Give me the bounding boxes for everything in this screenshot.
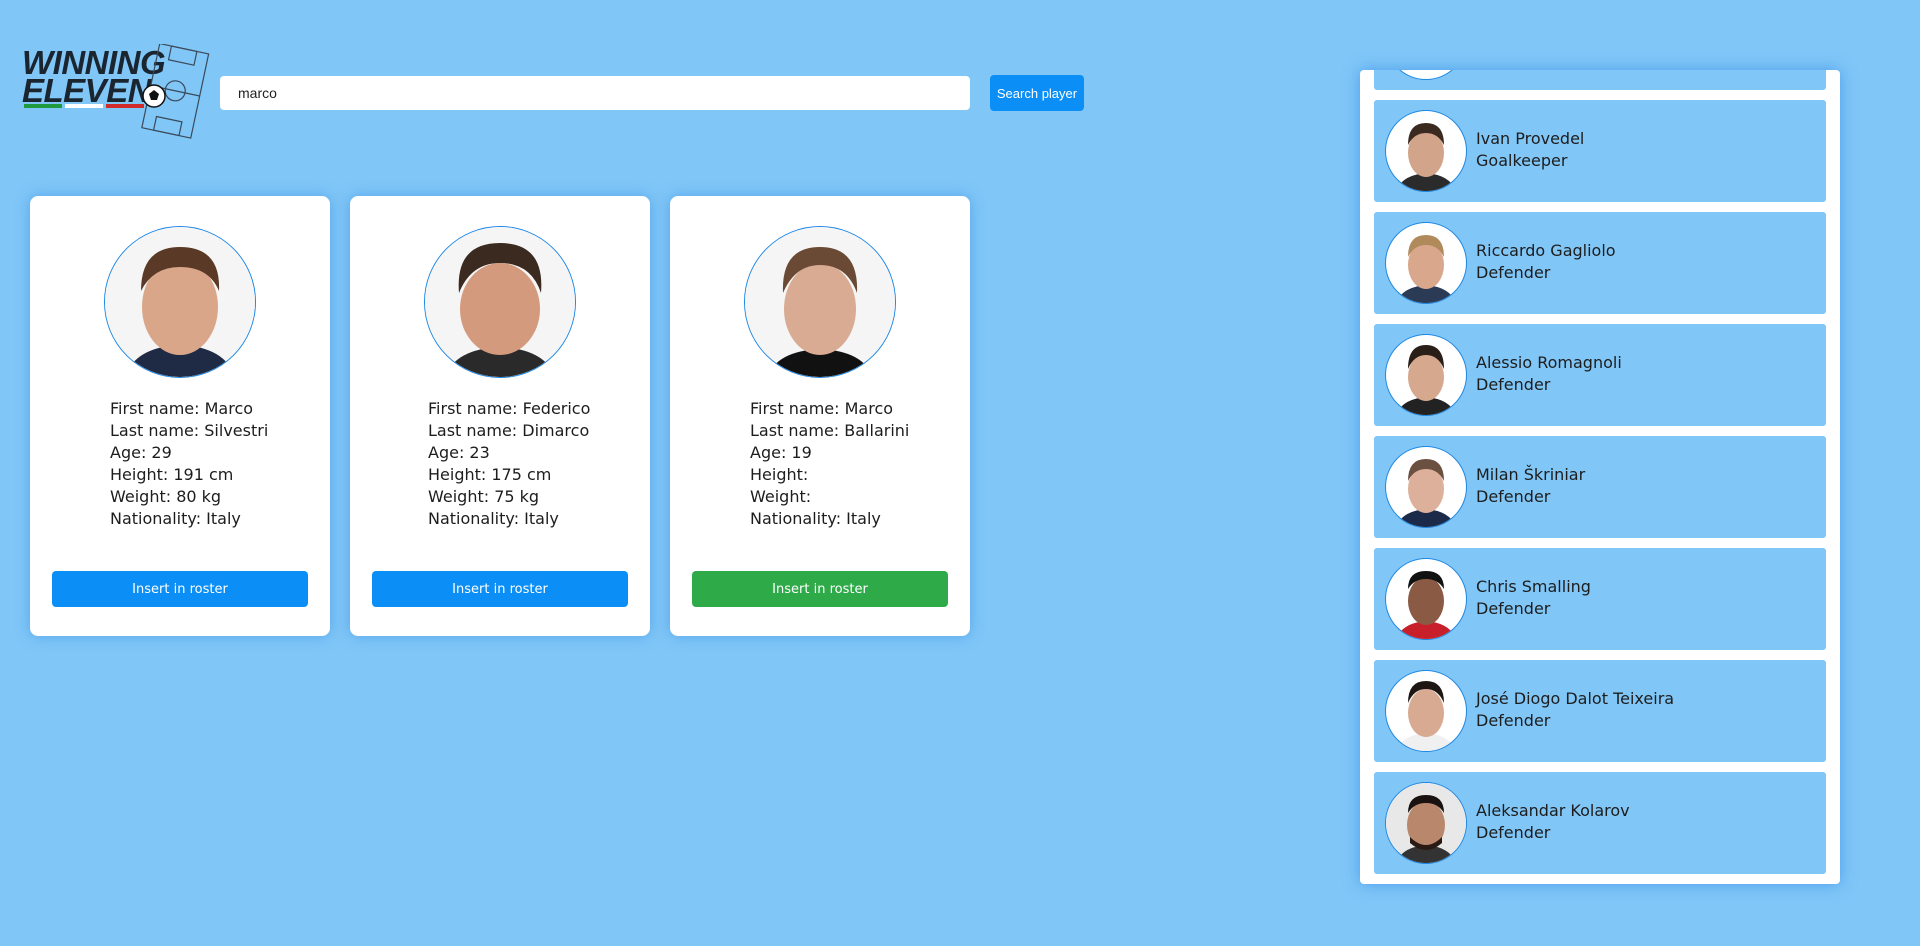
player-name: Milan Škriniar [1476,465,1586,484]
player-face-icon [1396,571,1456,639]
player-name: Riccardo Gagliolo [1476,241,1616,260]
roster-player-text: Alessio Romagnoli Defender [1476,352,1622,396]
player-role: Defender [1476,375,1551,394]
search-input[interactable] [220,76,970,110]
player-avatar [1385,110,1467,192]
player-name: Ivan Provedel [1476,129,1585,148]
roster-item[interactable]: Ivan Provedel Goalkeeper [1374,100,1826,202]
roster-player-text: Riccardo Gagliolo Defender [1476,240,1616,284]
player-avatar [1385,446,1467,528]
player-info: First name: Marco Last name: Silvestri A… [110,398,268,530]
player-role: Defender [1476,711,1551,730]
insert-in-roster-button[interactable]: Insert in roster [52,571,308,607]
player-name: Alessio Romagnoli [1476,353,1622,372]
weight: Weight: 80 kg [110,487,222,506]
logo-flag-stripes [24,104,144,108]
roster-panel[interactable]: Ivan Provedel Goalkeeper Riccardo Gaglio… [1360,70,1840,884]
first-name: First name: Marco [750,399,894,418]
player-avatar [1385,70,1467,80]
player-avatar [1385,782,1467,864]
player-photo [744,226,896,378]
player-face-icon [1396,345,1456,415]
last-name: Last name: Ballarini [750,421,910,440]
roster-player-text: José Diogo Dalot Teixeira Defender [1476,688,1674,732]
insert-in-roster-button[interactable]: Insert in roster [692,571,948,607]
weight: Weight: [750,487,812,506]
player-info: First name: Federico Last name: Dimarco … [428,398,590,530]
player-info: First name: Marco Last name: Ballarini A… [750,398,909,530]
player-avatar [1385,222,1467,304]
player-avatar [1385,670,1467,752]
player-face-icon [1396,459,1456,527]
roster-item[interactable]: Aleksandar Kolarov Defender [1374,772,1826,874]
last-name: Last name: Silvestri [110,421,269,440]
search-player-button[interactable]: Search player [990,75,1084,111]
player-card: First name: Marco Last name: Ballarini A… [670,196,970,636]
roster-item[interactable]: Chris Smalling Defender [1374,548,1826,650]
roster-player-text: Chris Smalling Defender [1476,576,1591,620]
player-face-icon [105,227,255,377]
player-avatar [1385,334,1467,416]
soccer-field-icon [141,44,210,139]
player-photo [424,226,576,378]
player-role: Defender [1476,263,1551,282]
nationality: Nationality: Italy [428,509,559,528]
player-face-icon [745,227,895,377]
player-face-icon [1386,70,1466,79]
weight: Weight: 75 kg [428,487,540,506]
height: Height: [750,465,809,484]
roster-player-text: Ivan Provedel Goalkeeper [1476,128,1584,172]
insert-in-roster-button[interactable]: Insert in roster [372,571,628,607]
player-role: Defender [1476,599,1551,618]
roster-item[interactable]: Milan Škriniar Defender [1374,436,1826,538]
player-name: José Diogo Dalot Teixeira [1476,689,1675,708]
last-name: Last name: Dimarco [428,421,590,440]
player-face-icon [1396,235,1456,303]
roster-player-text: Aleksandar Kolarov Defender [1476,800,1630,844]
age: Age: 29 [110,443,172,462]
roster-item[interactable]: José Diogo Dalot Teixeira Defender [1374,660,1826,762]
first-name: First name: Marco [110,399,254,418]
player-card: First name: Marco Last name: Silvestri A… [30,196,330,636]
player-face-icon [1396,123,1456,191]
player-name: Aleksandar Kolarov [1476,801,1630,820]
player-role: Defender [1476,487,1551,506]
player-photo [104,226,256,378]
player-card: First name: Federico Last name: Dimarco … [350,196,650,636]
player-face-icon [1386,783,1466,863]
player-face-icon [1396,681,1456,751]
app-logo: WINNING ELEVEN [22,42,212,142]
player-face-icon [425,227,575,377]
player-role: Defender [1476,823,1551,842]
roster-item[interactable] [1374,70,1826,90]
height: Height: 175 cm [428,465,552,484]
player-avatar [1385,558,1467,640]
nationality: Nationality: Italy [750,509,881,528]
first-name: First name: Federico [428,399,591,418]
roster-item[interactable]: Alessio Romagnoli Defender [1374,324,1826,426]
player-name: Chris Smalling [1476,577,1591,596]
age: Age: 19 [750,443,812,462]
height: Height: 191 cm [110,465,234,484]
roster-item[interactable]: Riccardo Gagliolo Defender [1374,212,1826,314]
roster-player-text: Milan Škriniar Defender [1476,464,1585,508]
player-role: Goalkeeper [1476,151,1568,170]
nationality: Nationality: Italy [110,509,241,528]
age: Age: 23 [428,443,490,462]
logo-line-2: ELEVEN [22,72,152,109]
